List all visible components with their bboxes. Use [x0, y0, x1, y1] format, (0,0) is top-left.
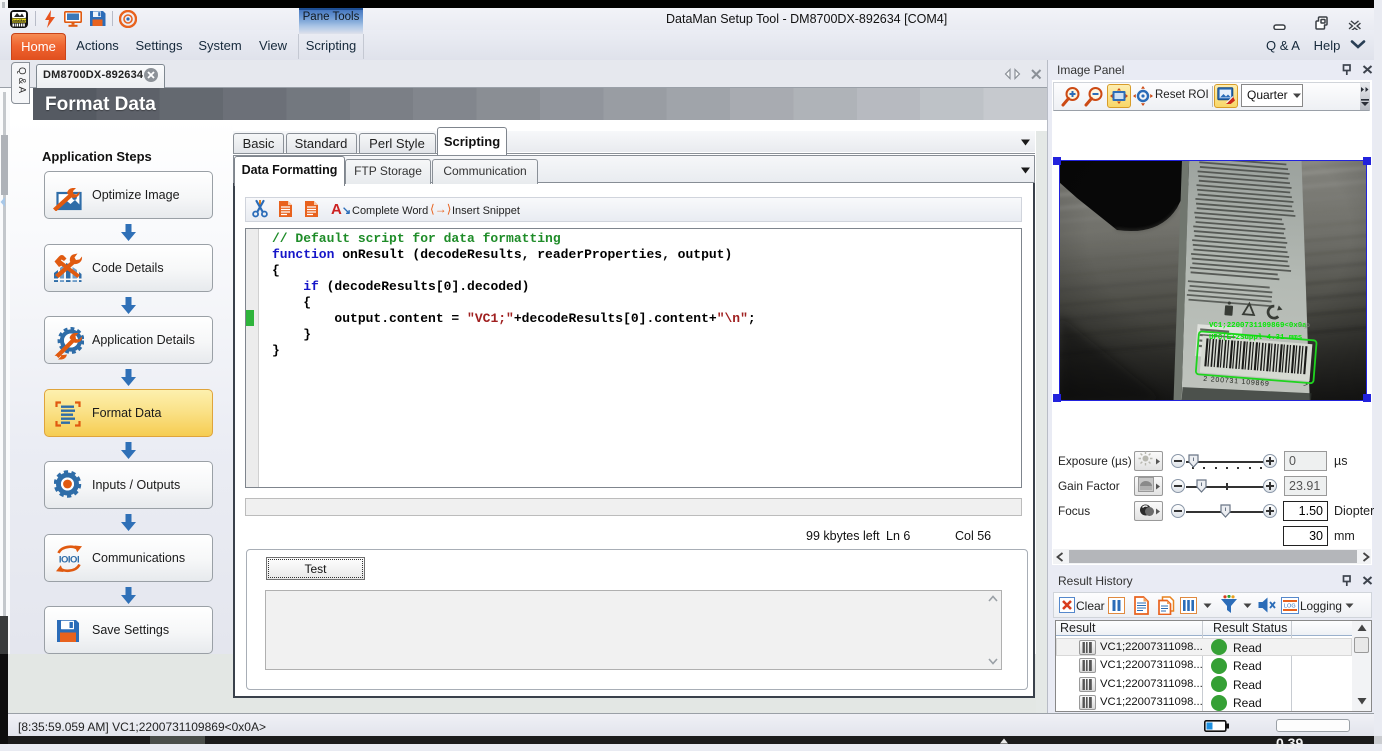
svg-text:LOG: LOG [1284, 604, 1296, 610]
svg-text:IOIOI: IOIOI [59, 555, 79, 566]
svg-text:DataMan: DataMan [12, 19, 27, 23]
